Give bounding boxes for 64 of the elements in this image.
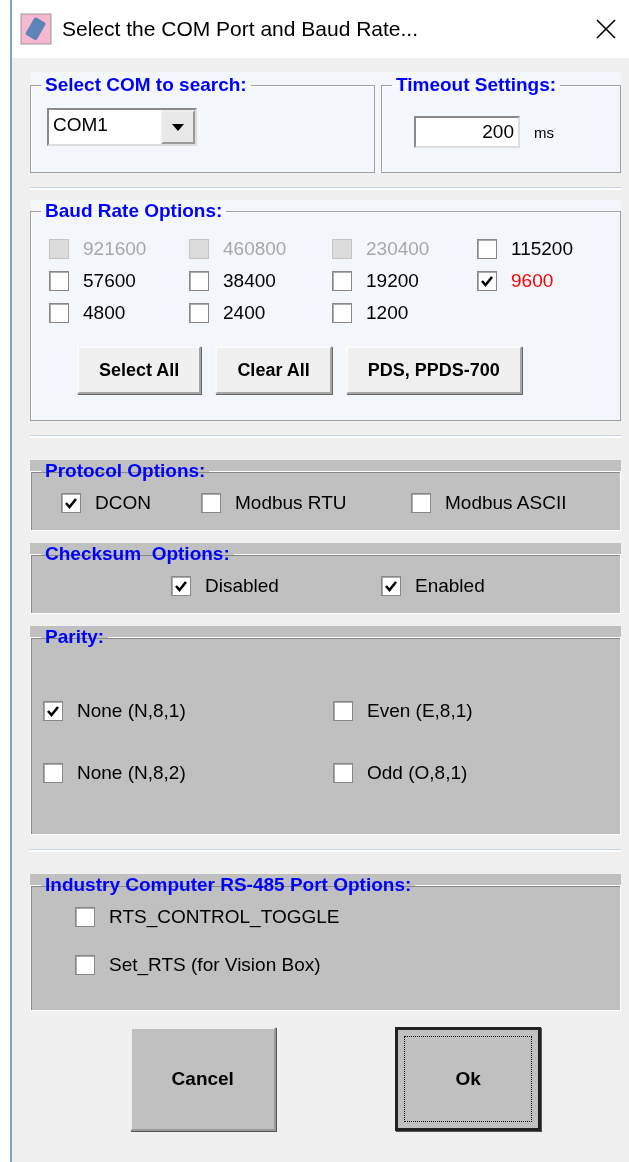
checkbox-label: Set_RTS (for Vision Box): [109, 954, 321, 976]
check-icon: [46, 704, 60, 718]
checkbox-label: Even (E,8,1): [367, 700, 473, 722]
checkbox-label: 57600: [83, 270, 136, 292]
checkbox-label: 230400: [366, 238, 430, 260]
checkbox-label: 9600: [511, 270, 554, 292]
checkbox-label: 115200: [511, 238, 573, 260]
checkbox-label: 19200: [366, 270, 419, 292]
window-title: Select the COM Port and Baud Rate...: [62, 17, 419, 41]
checkbox[interactable]: [332, 271, 352, 291]
checkbox-label: RTS_CONTROL_TOGGLE: [109, 906, 340, 928]
group-title: Baud Rate Options:: [44, 200, 224, 222]
checkbox-label: 4800: [83, 302, 126, 324]
timeout-field[interactable]: 200: [414, 116, 520, 148]
checkbox[interactable]: [49, 271, 69, 291]
group-title: Protocol Options:: [44, 460, 207, 482]
action-button[interactable]: Clear All: [215, 346, 332, 394]
checkbox[interactable]: [381, 576, 401, 596]
checkbox[interactable]: [43, 763, 63, 783]
checkbox[interactable]: [171, 576, 191, 596]
group-title: Industry Computer RS-485 Port Options:: [44, 874, 413, 896]
checkbox[interactable]: [75, 907, 95, 927]
checkbox[interactable]: [201, 493, 221, 513]
checkbox[interactable]: [43, 701, 63, 721]
app-icon: [20, 13, 52, 45]
unit-label: ms: [534, 123, 554, 141]
checkbox[interactable]: [75, 955, 95, 975]
checkbox-label: 2400: [223, 302, 266, 324]
group-title: Parity:: [44, 626, 106, 648]
checkbox-label: Enabled: [415, 575, 485, 597]
checkbox-label: Modbus ASCII: [445, 492, 567, 514]
checkbox[interactable]: [189, 303, 209, 323]
group-title: Checksum Options:: [44, 543, 231, 565]
checkbox-label: None (N,8,2): [77, 762, 186, 784]
checkbox[interactable]: [477, 239, 497, 259]
checkbox-label: Odd (O,8,1): [367, 762, 468, 784]
action-button[interactable]: PDS, PPDS-700: [345, 346, 522, 394]
dialog-button[interactable]: Ok: [395, 1027, 542, 1131]
checkbox[interactable]: [477, 271, 497, 291]
checkbox-label: 460800: [223, 238, 287, 260]
checkbox[interactable]: [411, 493, 431, 513]
checkbox-label: Disabled: [205, 575, 279, 597]
checkbox[interactable]: [332, 303, 352, 323]
caret-icon: [172, 123, 184, 131]
check-icon: [174, 579, 188, 593]
checkbox-label: Modbus RTU: [235, 492, 347, 514]
group-title: Select COM to search:: [44, 74, 248, 96]
check-icon: [480, 274, 494, 288]
checkbox-label: DCON: [95, 492, 151, 514]
checkbox[interactable]: [333, 763, 353, 783]
action-button[interactable]: Select All: [77, 346, 202, 394]
checkbox[interactable]: [333, 701, 353, 721]
check-icon: [64, 496, 78, 510]
checkbox-label: 1200: [366, 302, 409, 324]
checkbox-label: 921600: [83, 238, 147, 260]
check-icon: [384, 579, 398, 593]
checkbox-label: 38400: [223, 270, 276, 292]
group-title: Timeout Settings:: [395, 74, 558, 96]
checkbox[interactable]: [189, 271, 209, 291]
dialog-button[interactable]: Cancel: [129, 1027, 276, 1131]
checkbox[interactable]: [61, 493, 81, 513]
checkbox[interactable]: [49, 303, 69, 323]
checkbox-label: None (N,8,1): [77, 700, 186, 722]
port-dropdown[interactable]: COM1: [47, 108, 197, 146]
